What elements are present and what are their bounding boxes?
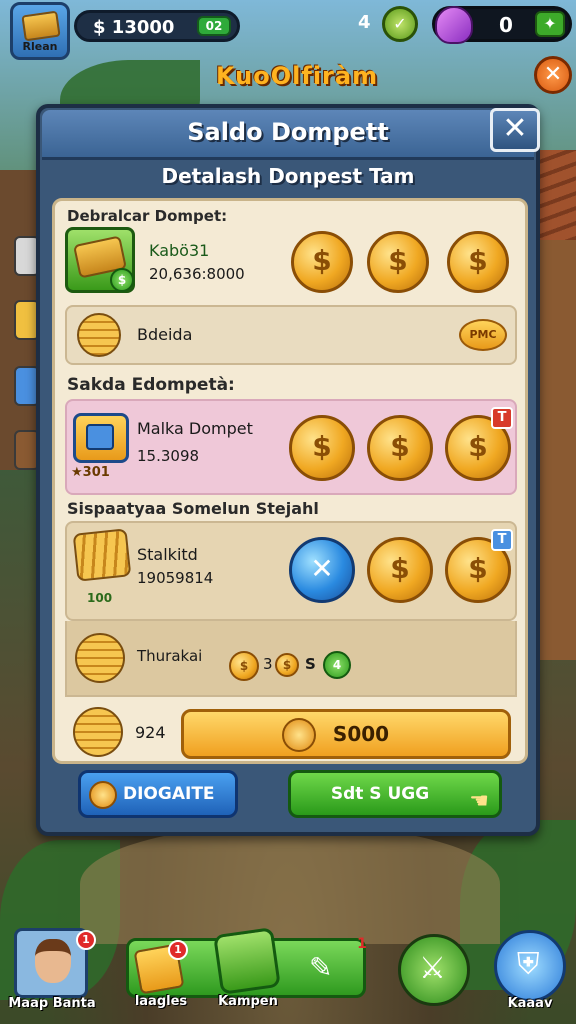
character-portrait-icon <box>35 939 71 983</box>
main-wallet-value: 15.3098 <box>137 447 200 465</box>
coin-icon[interactable]: $ <box>367 415 433 481</box>
player-name: Rlean <box>22 40 58 53</box>
coin-icon[interactable]: $ <box>367 231 429 293</box>
coin-stack-icon[interactable]: $ <box>447 231 509 293</box>
thurakai-end-text: S <box>305 655 316 673</box>
wallet-icon[interactable]: $ <box>65 227 135 293</box>
notification-badge <box>552 930 572 950</box>
nav-center-bar: ✎ <box>126 927 366 998</box>
wallet-name: Kabö31 <box>149 241 210 260</box>
balance-tag[interactable]: PMC <box>459 319 507 351</box>
nav-label: laagles <box>134 994 188 1009</box>
stake-badge: T <box>491 529 513 551</box>
coin-stack-icon <box>77 313 121 357</box>
modal-close-button[interactable]: ✕ <box>490 108 540 152</box>
coin-icon <box>282 718 316 752</box>
gold-bars-icon <box>72 528 132 582</box>
wallet-card: Debralcar Dompet: $ Kabö31 20,636:8000 $… <box>52 198 528 764</box>
dollar-badge-icon: $ <box>110 268 134 292</box>
nav-label: Kaaav <box>507 996 553 1011</box>
section-label: Debralcar Dompet: <box>67 207 228 225</box>
modal-subtitle: Detalash Donpest Tam <box>161 164 415 188</box>
nav-quest-button[interactable]: ⚔ <box>398 934 470 1006</box>
modal-title: Saldo Dompett <box>187 118 389 146</box>
close-icon[interactable]: ✕ <box>534 56 572 94</box>
player-avatar-button[interactable]: Rlean <box>10 2 70 60</box>
small-coin-icon: $ <box>275 653 299 677</box>
main-wallet-row[interactable]: ★301 Malka Dompet 15.3098 $ $ $ T <box>65 399 517 495</box>
modal-header: Saldo Dompett <box>42 110 534 160</box>
coin-stack-icon <box>75 633 125 683</box>
level-up-icon[interactable]: ✓ <box>382 6 418 42</box>
green-coin-icon: 4 <box>323 651 351 679</box>
notification-badge: 1 <box>168 940 188 960</box>
pointing-hand-icon: ☚ <box>469 789 489 814</box>
coin-icon <box>89 781 117 809</box>
coin-balance-bar[interactable]: $ 13000 02 <box>74 10 240 42</box>
stake-row[interactable]: 100 Stalkitd 19059814 ✕ $ $ T <box>65 521 517 621</box>
money-stack-icon <box>21 10 61 42</box>
balance-label: Bdeida <box>137 325 193 344</box>
thurakai-row[interactable]: Thurakai $ 3 $ S 4 <box>65 621 517 697</box>
main-wallet-badge: T <box>491 407 513 429</box>
section-label: Sispaatyaa Somelun Stejahl <box>67 499 319 518</box>
thurakai-label: Thurakai <box>137 647 203 665</box>
deposit-button[interactable]: DIOGAITE <box>78 770 238 818</box>
hammer-icon[interactable]: ✎ <box>309 951 349 987</box>
notification-badge: 1 <box>357 936 367 952</box>
coin-icon[interactable]: $ <box>367 537 433 603</box>
total-value: 924 <box>135 723 166 742</box>
coin-stack-icon <box>73 707 123 757</box>
add-gems-button[interactable]: ✦ <box>535 11 565 37</box>
thurakai-mid-text: 3 <box>263 655 273 673</box>
gem-icon <box>435 6 473 44</box>
shield-icon: ⛨ <box>517 947 540 982</box>
gem-balance-value: 0 <box>499 13 513 37</box>
total-amount-button[interactable]: S000 <box>181 709 511 759</box>
sword-icon: ⚔ <box>419 951 446 986</box>
confirm-button-label: Sdt S UGG <box>330 784 430 804</box>
main-wallet-name: Malka Dompet <box>137 419 253 438</box>
nav-label: Maap Banta <box>8 996 96 1011</box>
coin-balance-badge: 02 <box>197 16 231 36</box>
wallet-modal: Saldo Dompett ✕ Detalash Donpest Tam Deb… <box>36 104 540 836</box>
card-icon <box>86 424 114 450</box>
game-logo: KuoOlfiràm <box>216 62 379 90</box>
crossed-swords-icon[interactable]: ✕ <box>289 537 355 603</box>
small-coin-icon: $ <box>229 651 259 681</box>
coin-icon[interactable]: $ <box>289 415 355 481</box>
balance-row[interactable]: Bdeida PMC <box>65 305 517 365</box>
stake-sub: 100 <box>87 591 113 605</box>
coin-icon[interactable]: $ <box>291 231 353 293</box>
bg-path <box>80 824 500 944</box>
stake-value: 19059814 <box>137 569 214 587</box>
section-label: Sakda Edompetà: <box>67 375 235 395</box>
map-icon[interactable] <box>213 927 281 995</box>
deposit-button-label: DIOGAITE <box>123 784 215 804</box>
gem-balance-bar[interactable]: 0 ✦ <box>432 6 572 44</box>
stake-name: Stalkitd <box>137 545 198 564</box>
main-wallet-rating: ★301 <box>71 465 110 480</box>
level-number: 4 <box>358 12 371 33</box>
notification-badge: 1 <box>76 930 96 950</box>
wallet-value: 20,636:8000 <box>149 265 245 283</box>
main-wallet-icon <box>73 413 129 463</box>
confirm-button[interactable]: Sdt S UGG ☚ <box>288 770 502 818</box>
coin-balance-value: $ 13000 <box>93 17 175 38</box>
nav-label: Kampen <box>218 994 278 1009</box>
